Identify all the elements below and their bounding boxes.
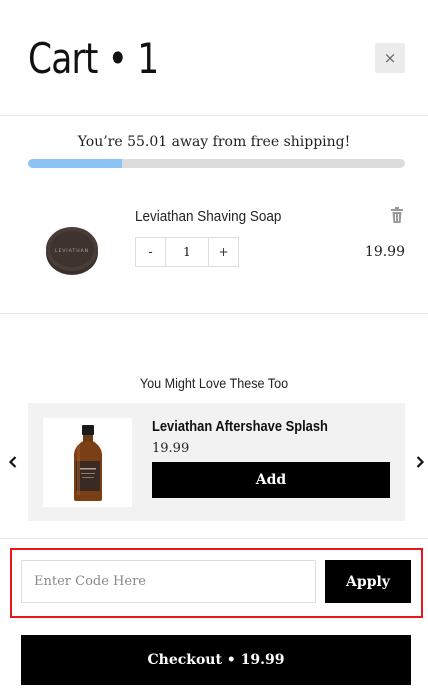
checkout-button[interactable]: Checkout • 19.99	[21, 635, 411, 685]
cart-line-item: LEVIATHAN Leviathan Shaving Soap - 1 + 1…	[0, 180, 428, 314]
shipping-progress-fill	[28, 159, 123, 168]
quantity-stepper: - 1 +	[135, 237, 239, 267]
discount-code-input[interactable]	[21, 560, 316, 603]
recommendations-heading: You Might Love These Too	[139, 375, 289, 391]
recommendation-name[interactable]: Leviathan Aftershave Splash	[152, 418, 328, 435]
recommendation-card: Leviathan Aftershave Splash 19.99 Add	[28, 403, 405, 521]
carousel-prev-button[interactable]	[6, 454, 20, 470]
trash-icon[interactable]	[389, 206, 405, 224]
cart-title: Cart • 1	[28, 34, 159, 83]
chevron-left-icon	[8, 456, 17, 468]
close-icon: ×	[383, 49, 397, 67]
shipping-progress-bar	[28, 159, 405, 168]
add-recommendation-button[interactable]: Add	[152, 462, 390, 498]
recommendation-price: 19.99	[152, 441, 190, 456]
soap-brand-mark: LEVIATHAN	[55, 248, 89, 254]
quantity-value[interactable]: 1	[165, 238, 209, 266]
close-button[interactable]: ×	[375, 43, 405, 73]
item-price: 19.99	[364, 244, 405, 260]
increment-button[interactable]: +	[209, 238, 238, 266]
free-shipping-message: You’re 55.01 away from free shipping!	[77, 134, 351, 150]
shaving-soap-image: LEVIATHAN	[46, 227, 98, 275]
amber-bottle-icon	[73, 424, 102, 501]
decrement-button[interactable]: -	[136, 238, 165, 266]
cart-header: Cart • 1 ×	[0, 0, 428, 116]
chevron-right-icon	[416, 456, 425, 468]
apply-button[interactable]: Apply	[325, 560, 411, 603]
item-name: Leviathan Shaving Soap	[135, 208, 282, 225]
aftershave-image	[43, 418, 132, 507]
carousel-next-button[interactable]	[413, 454, 427, 470]
